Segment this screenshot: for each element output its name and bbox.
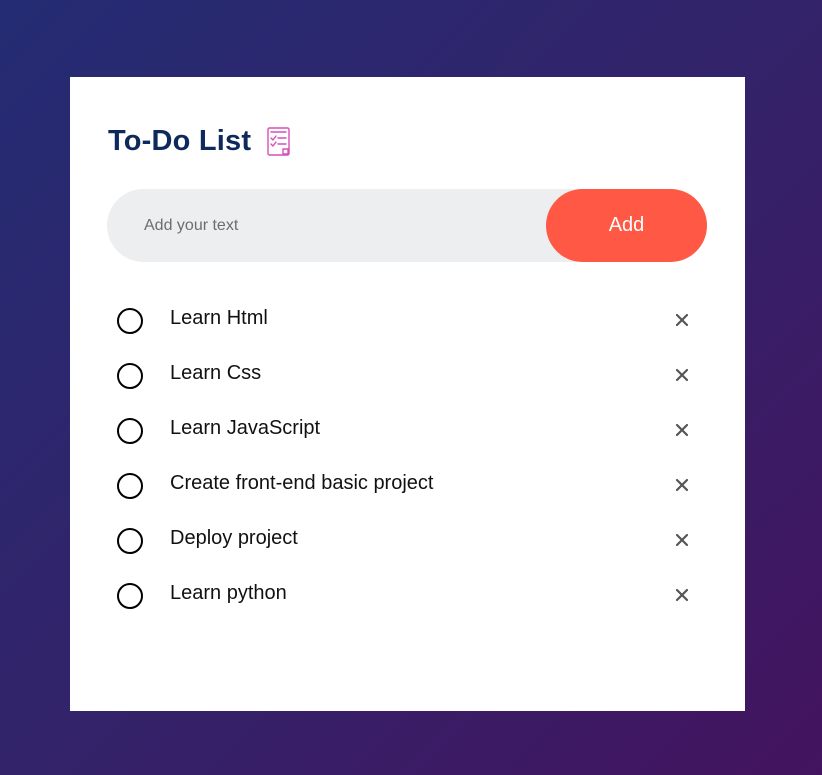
add-button[interactable]: Add <box>546 189 707 262</box>
unchecked-circle-icon[interactable] <box>117 418 143 444</box>
close-icon[interactable] <box>674 532 690 548</box>
todo-item-text: Create front-end basic project <box>170 472 434 494</box>
close-icon[interactable] <box>674 312 690 328</box>
todo-item[interactable]: Learn Css <box>107 349 707 404</box>
todo-item[interactable]: Learn JavaScript <box>107 404 707 459</box>
todo-item[interactable]: Learn python <box>107 569 707 624</box>
close-icon[interactable] <box>674 422 690 438</box>
todo-item-text: Deploy project <box>170 527 298 549</box>
header: To-Do List <box>108 125 292 158</box>
todo-item-text: Learn python <box>170 582 287 604</box>
add-task-bar: Add <box>107 189 707 262</box>
unchecked-circle-icon[interactable] <box>117 363 143 389</box>
task-input[interactable] <box>144 189 534 262</box>
unchecked-circle-icon[interactable] <box>117 528 143 554</box>
todo-item-text: Learn Css <box>170 362 262 384</box>
unchecked-circle-icon[interactable] <box>117 473 143 499</box>
todo-item-text: Learn Html <box>170 307 268 329</box>
checklist-icon <box>266 126 292 158</box>
close-icon[interactable] <box>674 477 690 493</box>
todo-list: Learn Html Learn Css Learn JavaScript Cr… <box>107 294 707 624</box>
todo-item-text: Learn JavaScript <box>170 417 321 439</box>
todo-item[interactable]: Learn Html <box>107 294 707 349</box>
todo-item[interactable]: Create front-end basic project <box>107 459 707 514</box>
todo-item[interactable]: Deploy project <box>107 514 707 569</box>
close-icon[interactable] <box>674 587 690 603</box>
unchecked-circle-icon[interactable] <box>117 583 143 609</box>
page-title: To-Do List <box>108 125 252 157</box>
unchecked-circle-icon[interactable] <box>117 308 143 334</box>
close-icon[interactable] <box>674 367 690 383</box>
todo-card: To-Do List Add Learn Html L <box>70 77 745 711</box>
